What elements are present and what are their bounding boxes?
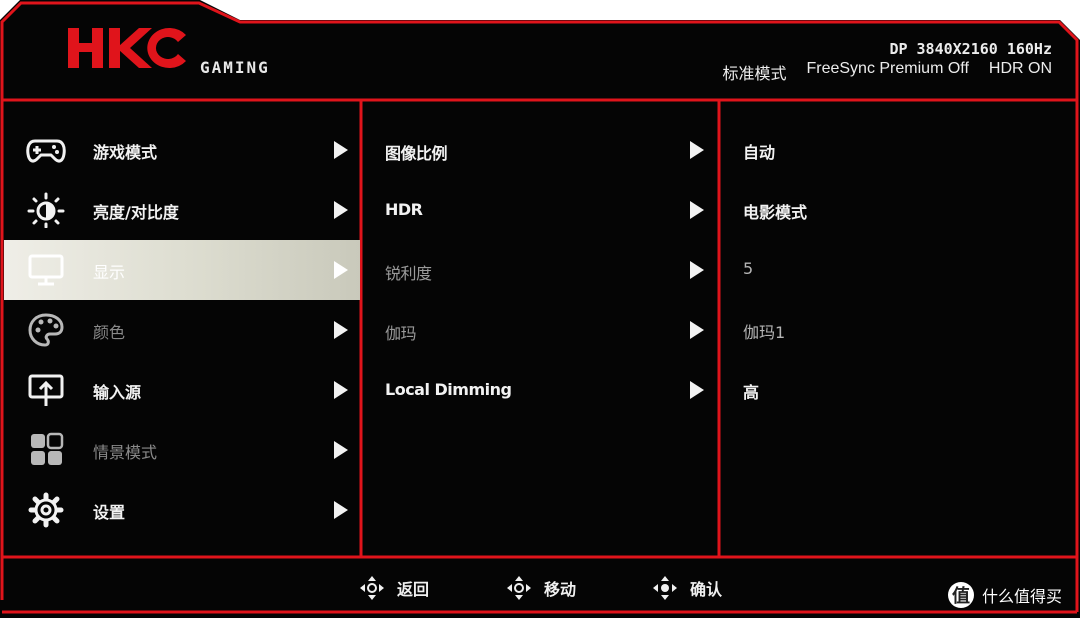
watermark: 值 什么值得买 — [948, 582, 1062, 608]
joystick-back-icon — [360, 576, 384, 600]
scene-mode-icon — [31, 432, 64, 465]
value-aspect-ratio[interactable]: 自动 — [720, 120, 1072, 180]
main-menu-settings[interactable]: 设置 — [4, 480, 360, 540]
main-menu: 游戏模式 亮度/对比度 显示 颜色 输入源 情景模式 设置 — [4, 120, 360, 540]
sub-menu-label: HDR — [385, 200, 423, 219]
main-menu-input-source[interactable]: 输入源 — [4, 360, 360, 420]
main-menu-label: 颜色 — [93, 323, 126, 342]
sub-menu-sharpness[interactable]: 锐利度 — [362, 240, 717, 300]
value-local-dimming[interactable]: 高 — [720, 360, 1072, 420]
value-label: 伽玛1 — [743, 323, 786, 342]
main-menu-label: 游戏模式 — [93, 143, 158, 162]
sub-menu-label: 锐利度 — [385, 264, 432, 283]
value-hdr[interactable]: 电影模式 — [720, 180, 1072, 240]
arrow-right-icon — [334, 501, 348, 519]
sub-menu-hdr[interactable]: HDR — [362, 180, 717, 240]
value-label: 5 — [743, 259, 754, 278]
arrow-right-icon — [334, 321, 348, 339]
main-menu-label: 设置 — [93, 503, 126, 522]
footer-confirm[interactable]: 确认 — [652, 574, 722, 602]
footer-move[interactable]: 移动 — [506, 574, 576, 602]
footer-back-label: 返回 — [397, 580, 430, 599]
hdr-status: HDR ON — [988, 60, 1052, 77]
watermark-text: 什么值得买 — [982, 587, 1063, 606]
main-menu-label: 亮度/对比度 — [93, 203, 179, 222]
arrow-right-icon — [690, 141, 704, 159]
picture-mode-status: 标准模式 — [722, 66, 787, 83]
footer-confirm-label: 确认 — [690, 580, 723, 599]
sub-menu-local-dimming[interactable]: Local Dimming — [362, 360, 717, 420]
gamepad-icon — [26, 139, 66, 163]
value-label: 高 — [743, 383, 760, 402]
main-menu-brightness-contrast[interactable]: 亮度/对比度 — [4, 180, 360, 240]
brightness-icon — [27, 192, 65, 228]
osd-menu: GAMING DP 3840X2160 160Hz 标准模式 FreeSync … — [0, 0, 1080, 618]
joystick-confirm-icon — [653, 576, 677, 600]
main-menu-color[interactable]: 颜色 — [4, 300, 360, 360]
arrow-right-icon — [690, 321, 704, 339]
signal-info: DP 3840X2160 160Hz — [889, 40, 1052, 58]
value-label: 自动 — [743, 143, 776, 162]
arrow-right-icon — [690, 261, 704, 279]
main-menu-label: 显示 — [93, 263, 126, 282]
main-menu-display[interactable]: 显示 — [4, 240, 360, 300]
brand-gaming: GAMING — [200, 58, 270, 77]
footer-back[interactable]: 返回 — [359, 574, 429, 602]
value-panel: 自动 电影模式 5 伽玛1 高 — [720, 120, 1072, 420]
value-gamma[interactable]: 伽玛1 — [720, 300, 1072, 360]
input-source-icon — [28, 374, 64, 406]
palette-icon — [28, 313, 64, 347]
arrow-right-icon — [334, 441, 348, 459]
arrow-right-icon — [690, 201, 704, 219]
sub-menu-label: 图像比例 — [385, 144, 448, 163]
gear-icon — [28, 492, 64, 528]
sub-menu-label: 伽玛 — [385, 324, 417, 343]
monitor-icon — [28, 254, 64, 286]
value-label: 电影模式 — [743, 203, 808, 222]
arrow-right-icon — [334, 201, 348, 219]
value-sharpness[interactable]: 5 — [720, 240, 1072, 300]
watermark-badge: 值 — [948, 582, 974, 608]
main-menu-label: 输入源 — [93, 383, 142, 402]
hkc-logo — [68, 28, 186, 69]
arrow-right-icon — [334, 381, 348, 399]
arrow-right-icon — [690, 381, 704, 399]
main-menu-game-mode[interactable]: 游戏模式 — [4, 120, 360, 180]
sub-menu-gamma[interactable]: 伽玛 — [362, 300, 717, 360]
sub-menu: 图像比例 HDR 锐利度 伽玛 Local Dimming — [362, 120, 717, 420]
sub-menu-label: Local Dimming — [385, 380, 512, 399]
status-bar: 标准模式 FreeSync Premium Off HDR ON — [722, 60, 1052, 84]
footer-move-label: 移动 — [544, 580, 577, 599]
joystick-move-icon — [507, 576, 531, 600]
sub-menu-aspect-ratio[interactable]: 图像比例 — [362, 120, 717, 180]
arrow-right-icon — [334, 141, 348, 159]
main-menu-label: 情景模式 — [93, 443, 158, 462]
arrow-right-icon — [334, 261, 348, 279]
freesync-status: FreeSync Premium Off — [806, 60, 969, 77]
main-menu-scene-mode[interactable]: 情景模式 — [4, 420, 360, 480]
